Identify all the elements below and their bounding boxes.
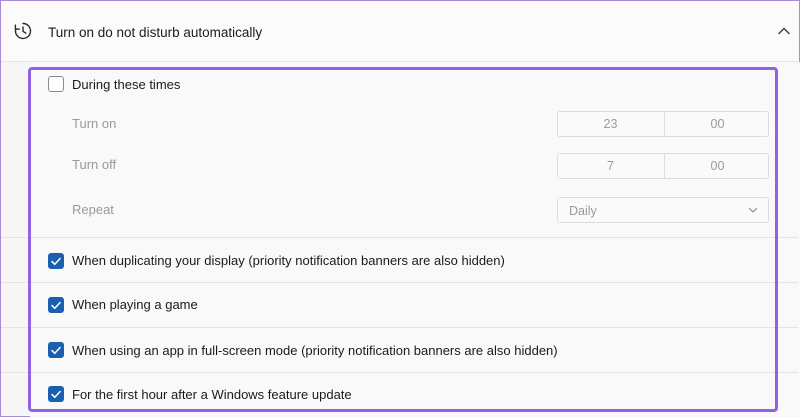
repeat-label: Repeat bbox=[72, 202, 114, 217]
chevron-up-icon[interactable] bbox=[777, 26, 791, 36]
turn-off-time-picker[interactable]: 7 00 bbox=[557, 153, 769, 179]
turn-off-label: Turn off bbox=[72, 157, 117, 172]
option-checkbox-fullscreen[interactable] bbox=[48, 342, 64, 358]
option-label-game: When playing a game bbox=[72, 297, 198, 312]
row-divider bbox=[1, 237, 798, 238]
checkmark-icon bbox=[51, 257, 61, 266]
checkmark-icon bbox=[51, 390, 61, 399]
option-checkbox-feature-update[interactable] bbox=[48, 386, 64, 402]
row-divider bbox=[1, 327, 798, 328]
repeat-value: Daily bbox=[569, 204, 597, 218]
turn-off-hour[interactable]: 7 bbox=[558, 154, 663, 178]
checkmark-icon bbox=[51, 301, 61, 310]
option-label-fullscreen: When using an app in full-screen mode (p… bbox=[72, 343, 558, 358]
turn-on-hour[interactable]: 23 bbox=[558, 112, 663, 136]
turn-off-minute[interactable]: 00 bbox=[664, 154, 770, 178]
chevron-down-icon bbox=[748, 207, 758, 213]
during-times-label: During these times bbox=[72, 77, 181, 92]
row-divider bbox=[1, 372, 798, 373]
during-times-checkbox[interactable] bbox=[48, 76, 64, 92]
turn-on-time-picker[interactable]: 23 00 bbox=[557, 111, 769, 137]
dnd-auto-header[interactable]: Turn on do not disturb automatically bbox=[1, 1, 798, 62]
header-title: Turn on do not disturb automatically bbox=[48, 25, 263, 40]
repeat-select[interactable]: Daily bbox=[557, 197, 769, 223]
option-checkbox-duplicating[interactable] bbox=[48, 253, 64, 269]
row-divider bbox=[1, 282, 798, 283]
turn-on-minute[interactable]: 00 bbox=[664, 112, 770, 136]
option-checkbox-game[interactable] bbox=[48, 297, 64, 313]
option-label-feature-update: For the first hour after a Windows featu… bbox=[72, 387, 352, 402]
turn-on-label: Turn on bbox=[72, 116, 117, 131]
indent-strip bbox=[1, 62, 30, 415]
checkmark-icon bbox=[51, 346, 61, 355]
clock-icon bbox=[14, 22, 32, 40]
option-label-duplicating: When duplicating your display (priority … bbox=[72, 253, 505, 268]
